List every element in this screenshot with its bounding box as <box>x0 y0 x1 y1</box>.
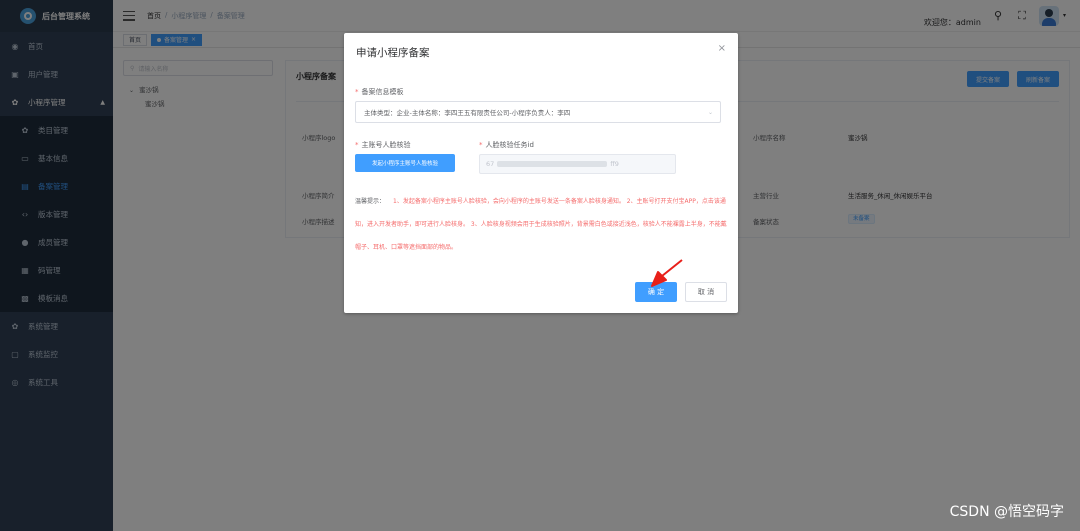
chevron-down-icon: ⌄ <box>707 108 713 116</box>
tips-text: 温馨提示： 1、发起备案小程序主账号人脸核验，会向小程序的主账号发送一条备案人脸核… <box>355 190 727 259</box>
template-label-text: 备案信息模板 <box>361 88 404 96</box>
redacted-blur <box>497 161 608 167</box>
task-id-suffix: ff9 <box>610 160 619 168</box>
close-icon[interactable]: × <box>718 43 726 54</box>
task-id-label: * 人脸核验任务id <box>479 140 534 150</box>
task-id-prefix: 67 <box>486 160 495 168</box>
cancel-button[interactable]: 取 消 <box>685 282 727 302</box>
task-id-input[interactable]: 67 ff9 <box>479 154 676 174</box>
required-marker: * <box>479 141 483 149</box>
tips-label: 温馨提示： <box>355 198 386 205</box>
task-id-label-text: 人脸核验任务id <box>485 141 534 149</box>
template-label: * 备案信息模板 <box>355 87 404 97</box>
required-marker: * <box>355 141 359 149</box>
required-marker: * <box>355 88 359 96</box>
template-select-value: 主体类型：企业-主体名称：李四王五有限责任公司-小程序负责人：李四 <box>364 109 571 117</box>
annotation-arrow-icon <box>651 259 683 287</box>
tips-content: 1、发起备案小程序主账号人脸核验，会向小程序的主账号发送一条备案人脸核身通知。 … <box>355 198 727 251</box>
face-label-text: 主账号人脸核验 <box>361 141 411 149</box>
template-select[interactable]: 主体类型：企业-主体名称：李四王五有限责任公司-小程序负责人：李四 ⌄ <box>355 101 721 123</box>
dialog-title: 申请小程序备案 <box>356 47 430 59</box>
watermark: CSDN @悟空码字 <box>949 504 1064 520</box>
face-verify-button[interactable]: 发起小程序主账号人脸核验 <box>355 154 455 172</box>
face-label: * 主账号人脸核验 <box>355 140 411 150</box>
